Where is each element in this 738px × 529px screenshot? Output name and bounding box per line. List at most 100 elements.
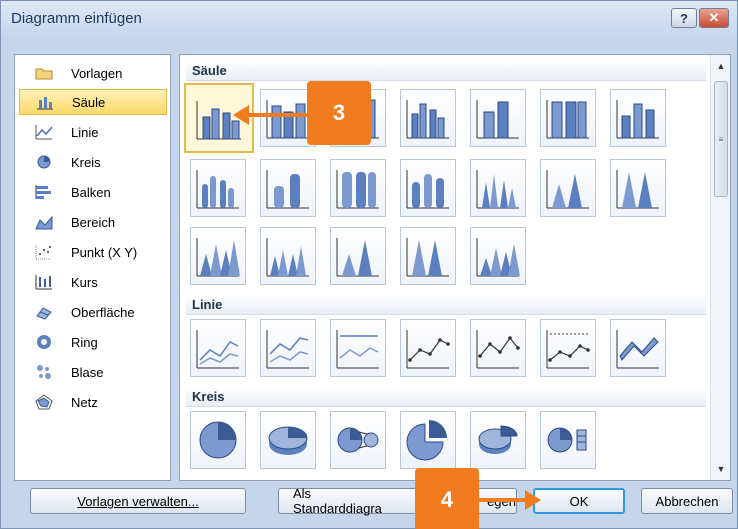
manage-templates-button[interactable]: Vorlagen verwalten... — [30, 488, 246, 514]
category-kreis[interactable]: Kreis — [19, 149, 167, 175]
chart-category-list: Vorlagen Säule Linie Kreis Balken Bereic… — [14, 54, 171, 481]
category-linie[interactable]: Linie — [19, 119, 167, 145]
cylinder-3d-icon — [406, 170, 449, 209]
column-3d-icon — [616, 100, 659, 139]
chart-type-line[interactable] — [190, 319, 246, 377]
chart-type-3d-100-stacked-column[interactable] — [540, 89, 596, 147]
line-100-icon — [336, 330, 379, 369]
manage-templates-label: Vorlagen verwalten... — [77, 493, 199, 509]
category-label: Vorlagen — [71, 65, 123, 81]
close-button[interactable]: ✕ — [699, 8, 729, 28]
section-header-saeule: Säule — [186, 61, 706, 81]
line-chart-icon — [33, 123, 55, 141]
gallery-scrollbar[interactable]: ▲ ≡ ▼ — [710, 55, 730, 480]
category-label: Kreis — [71, 154, 101, 170]
pyramid-stacked-icon — [336, 238, 379, 277]
annotation-arrowhead-4 — [525, 490, 541, 510]
chart-type-100-stacked-line-markers[interactable] — [540, 319, 596, 377]
cylinder-clustered-icon — [196, 170, 239, 209]
chart-type-exploded-pie[interactable] — [400, 411, 456, 469]
chart-type-3d-cone[interactable] — [190, 227, 246, 285]
chart-type-clustered-pyramid[interactable] — [260, 227, 316, 285]
column-chart-icon — [34, 93, 56, 111]
help-button[interactable]: ? — [671, 8, 697, 28]
bar-chart-icon — [33, 183, 55, 201]
chart-type-pie[interactable] — [190, 411, 246, 469]
section-header-linie: Linie — [186, 295, 706, 315]
pie-3d-icon — [268, 426, 308, 455]
cylinder-100-icon — [336, 170, 379, 209]
column-3d-stacked-icon — [476, 100, 519, 139]
pyramid-clustered-icon — [266, 238, 309, 277]
annotation-arrow-4 — [477, 498, 527, 502]
category-bereich[interactable]: Bereich — [19, 209, 167, 235]
chart-type-3d-clustered-column[interactable] — [400, 89, 456, 147]
pie-chart-icon — [33, 153, 55, 171]
annotation-arrowhead-3 — [233, 105, 249, 125]
scroll-down-icon[interactable]: ▼ — [711, 460, 730, 478]
chart-type-3d-pyramid[interactable] — [470, 227, 526, 285]
area-chart-icon — [33, 213, 55, 231]
category-blase[interactable]: Blase — [19, 359, 167, 385]
line-3d-icon — [616, 330, 659, 369]
cone-clustered-icon — [476, 170, 519, 209]
pyramid-100-icon — [406, 238, 449, 277]
chart-type-100-stacked-pyramid[interactable] — [400, 227, 456, 285]
chart-type-stacked-cone[interactable] — [540, 159, 596, 217]
chart-type-stacked-line[interactable] — [260, 319, 316, 377]
step-badge-4: 4 — [415, 468, 479, 529]
chart-gallery: Säule Linie Kreis ▲ ≡ ▼ — [179, 54, 731, 481]
chart-type-stacked-pyramid[interactable] — [330, 227, 386, 285]
category-balken[interactable]: Balken — [19, 179, 167, 205]
pie-icon — [199, 421, 237, 459]
line-markers-icon — [406, 330, 450, 369]
bubble-chart-icon — [33, 363, 55, 381]
category-label: Oberfläche — [71, 304, 135, 320]
category-label: Säule — [72, 94, 106, 110]
scatter-chart-icon — [33, 243, 55, 261]
chart-type-stacked-cylinder[interactable] — [260, 159, 316, 217]
pyramid-3d-icon — [476, 238, 520, 277]
category-netz[interactable]: Netz — [19, 389, 167, 415]
bar-of-pie-icon — [547, 427, 587, 453]
set-default-label-prefix: Als Standarddiagra — [293, 486, 382, 516]
chart-type-stacked-line-markers[interactable] — [470, 319, 526, 377]
chart-type-100-stacked-cone[interactable] — [610, 159, 666, 217]
chart-type-exploded-3d-pie[interactable] — [470, 411, 526, 469]
chart-type-clustered-cylinder[interactable] — [190, 159, 246, 217]
scroll-up-icon[interactable]: ▲ — [711, 57, 730, 75]
category-label: Punkt (X Y) — [71, 244, 138, 260]
chart-type-3d-pie[interactable] — [260, 411, 316, 469]
title-bar: Diagramm einfügen ? ✕ — [1, 1, 737, 35]
category-oberflaeche[interactable]: Oberfläche — [19, 299, 167, 325]
category-punkt[interactable]: Punkt (X Y) — [19, 239, 167, 265]
chart-type-100-stacked-line[interactable] — [330, 319, 386, 377]
insert-chart-dialog: Diagramm einfügen ? ✕ Vorlagen Säule Lin… — [0, 0, 738, 529]
chart-type-3d-column[interactable] — [610, 89, 666, 147]
line-icon — [196, 330, 239, 369]
chart-type-clustered-cone[interactable] — [470, 159, 526, 217]
category-kurs[interactable]: Kurs — [19, 269, 167, 295]
category-label: Balken — [71, 184, 111, 200]
chart-type-3d-cylinder[interactable] — [400, 159, 456, 217]
chart-type-bar-of-pie[interactable] — [540, 411, 596, 469]
chart-type-line-markers[interactable] — [400, 319, 456, 377]
chart-type-3d-stacked-column[interactable] — [470, 89, 526, 147]
surface-chart-icon — [33, 303, 55, 321]
cone-stacked-icon — [546, 170, 589, 209]
pie-of-pie-icon — [337, 427, 379, 453]
category-ring[interactable]: Ring — [19, 329, 167, 355]
chart-type-100-stacked-cylinder[interactable] — [330, 159, 386, 217]
category-vorlagen[interactable]: Vorlagen — [19, 60, 167, 86]
doughnut-chart-icon — [33, 333, 55, 351]
ok-button[interactable]: OK — [533, 488, 625, 514]
chart-type-pie-of-pie[interactable] — [330, 411, 386, 469]
category-saeule[interactable]: Säule — [19, 89, 167, 115]
stacked-line-icon — [266, 330, 309, 369]
category-label: Kurs — [71, 274, 98, 290]
chart-type-3d-line[interactable] — [610, 319, 666, 377]
dialog-title: Diagramm einfügen — [11, 10, 142, 27]
stacked-line-markers-icon — [476, 330, 520, 369]
cancel-button[interactable]: Abbrechen — [641, 488, 733, 514]
scrollbar-thumb[interactable]: ≡ — [714, 81, 728, 197]
